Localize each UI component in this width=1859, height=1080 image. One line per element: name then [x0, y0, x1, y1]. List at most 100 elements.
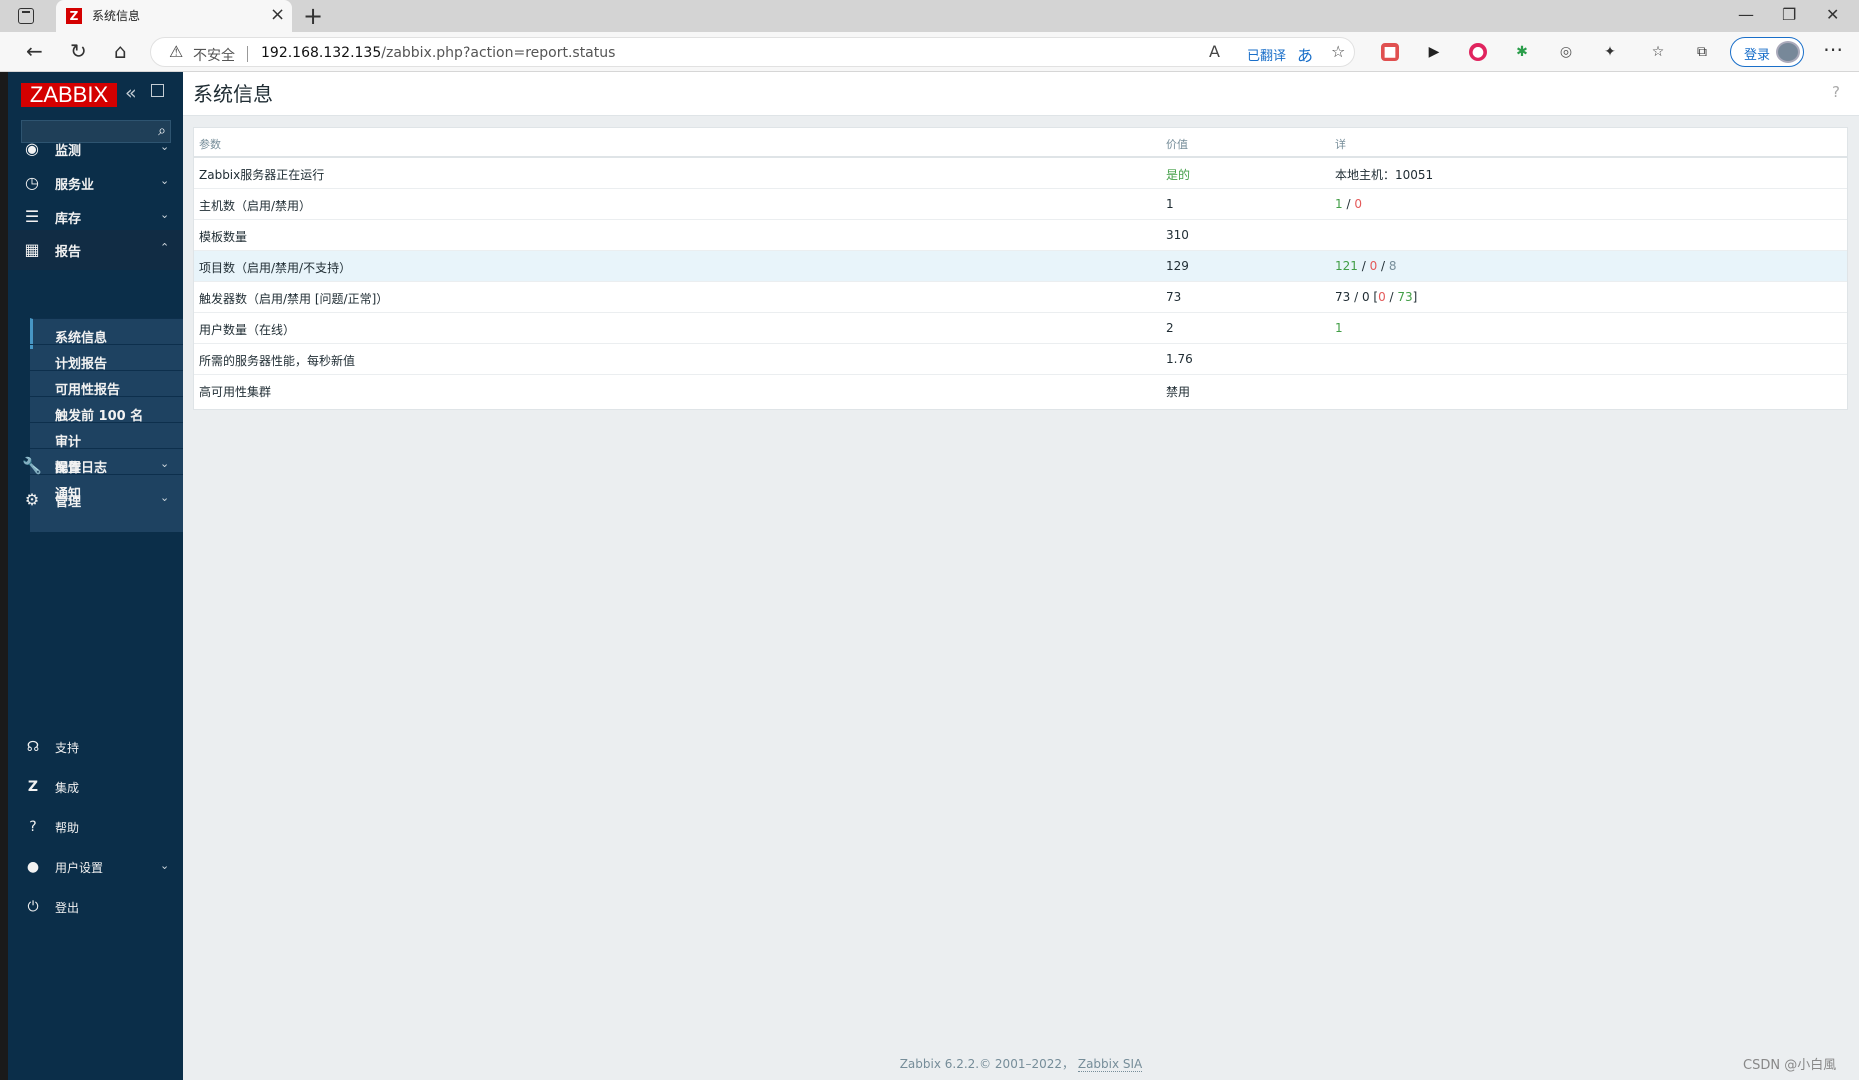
- new-tab-icon[interactable]: +: [303, 2, 323, 30]
- help-icon[interactable]: ?: [1832, 83, 1840, 101]
- browser-tab[interactable]: Z 系统信息 ×: [56, 0, 292, 32]
- zabbix-logo[interactable]: ZABBIX: [21, 83, 117, 107]
- eye-icon: ◉: [25, 139, 39, 158]
- menu-label: 管理: [55, 495, 82, 510]
- footer-label: 用户设置: [55, 861, 104, 875]
- report-icon: ▦: [24, 240, 40, 259]
- chevron-down-icon: ⌄: [160, 457, 170, 470]
- translated-label[interactable]: 已翻译: [1247, 45, 1286, 64]
- avatar: [1776, 41, 1800, 63]
- nav-bar: ← ↻ ⌂ ⚠ 不安全 192.168.132.135/zabbix.php?a…: [0, 32, 1859, 72]
- zabbix-icon: Z: [27, 779, 39, 795]
- problem-count: 0: [1378, 290, 1386, 304]
- warning-icon: ⚠: [169, 42, 184, 61]
- param-cell: 项目数（启用/禁用/不支持）: [199, 261, 352, 275]
- param-cell: Zabbix服务器正在运行: [199, 168, 325, 182]
- window-edge: [0, 72, 8, 1080]
- disabled-count: 0: [1369, 259, 1378, 273]
- clock-icon: ◷: [25, 173, 39, 192]
- gear-icon: ⚙: [24, 490, 40, 509]
- param-cell: 高可用性集群: [199, 385, 272, 399]
- close-icon[interactable]: ×: [270, 4, 285, 25]
- zabbix-favicon-icon: Z: [66, 8, 82, 24]
- menu-label: 配置: [55, 461, 82, 476]
- url-text[interactable]: 192.168.132.135/zabbix.php?action=report…: [261, 45, 615, 61]
- copyright-text: Zabbix 6.2.2.© 2001–2022，: [899, 1057, 1075, 1071]
- detail-cell: 73 / 0 [0 / 73]: [1335, 290, 1418, 304]
- tab-actions-icon[interactable]: [18, 8, 34, 24]
- page-title: 系统信息: [193, 82, 273, 106]
- extension-icon[interactable]: ●: [1469, 43, 1487, 61]
- more-icon[interactable]: ⋯: [1823, 37, 1843, 61]
- list-icon: ☰: [24, 207, 40, 226]
- kiosk-mode-icon[interactable]: [151, 84, 164, 97]
- sidebar: ZABBIX « ⌕ ◉ 监测 ⌄ ◷ 服务业 ⌄ ☰ 库存 ⌄ ▦ 报告 ⌃ …: [8, 72, 183, 1080]
- play-icon[interactable]: ▶: [1425, 43, 1443, 61]
- column-header-parameter: 参数: [199, 138, 221, 151]
- table-row: 模板数量 310: [194, 220, 1847, 251]
- extensions-puzzle-icon[interactable]: ✦: [1601, 43, 1619, 61]
- disabled-count: 0: [1354, 197, 1362, 211]
- restore-icon[interactable]: ❐: [1782, 5, 1796, 24]
- footer-integrations[interactable]: Z 集成: [8, 767, 183, 807]
- value-cell: 1.76: [1166, 352, 1193, 366]
- chevron-down-icon: ⌄: [160, 491, 170, 504]
- menu-reports[interactable]: ▦ 报告 ⌃: [8, 230, 183, 270]
- param-cell: 模板数量: [199, 230, 248, 244]
- value-cell: 129: [1166, 259, 1189, 273]
- minimize-icon[interactable]: —: [1738, 5, 1754, 24]
- trigger-counts: 73 / 0 [: [1335, 290, 1379, 304]
- browser-chrome: Z 系统信息 × + — ❐ ✕ ← ↻ ⌂ ⚠ 不安全 192.168.132…: [0, 0, 1859, 72]
- value-cell: 1: [1166, 197, 1174, 211]
- window-close-icon[interactable]: ✕: [1826, 5, 1839, 24]
- question-icon: ?: [29, 819, 37, 835]
- menu-administration[interactable]: ⚙ 管理 ⌄: [8, 480, 183, 520]
- bracket-close: ]: [1412, 290, 1418, 304]
- page-footer: Zabbix 6.2.2.© 2001–2022， Zabbix SIA: [183, 1055, 1859, 1072]
- chevron-down-icon: ⌄: [160, 174, 170, 187]
- reload-icon[interactable]: ↻: [70, 39, 87, 63]
- page-header: 系统信息 ?: [183, 72, 1859, 116]
- extension-icon[interactable]: ■: [1381, 43, 1399, 61]
- value-cell: 73: [1166, 290, 1182, 304]
- footer-user-settings[interactable]: ● 用户设置 ⌄: [8, 847, 183, 887]
- watermark: CSDN @小白風: [1743, 1058, 1837, 1073]
- chevron-down-icon: ⌄: [160, 859, 170, 872]
- url-host: 192.168.132.135: [261, 45, 382, 61]
- footer-support[interactable]: ☊ 支持: [8, 727, 183, 767]
- system-info-table: 参数 价值 详 Zabbix服务器正在运行 是的 本地主机：10051 主机数（…: [193, 127, 1848, 410]
- extension-icon[interactable]: ◎: [1557, 43, 1575, 61]
- back-icon[interactable]: ←: [26, 39, 43, 63]
- favorites-icon[interactable]: ☆: [1649, 43, 1667, 61]
- headset-icon: ☊: [26, 739, 40, 755]
- zabbix-sia-link[interactable]: Zabbix SIA: [1077, 1057, 1143, 1072]
- address-bar[interactable]: ⚠ 不安全 192.168.132.135/zabbix.php?action=…: [150, 37, 1355, 67]
- tab-bar: Z 系统信息 × + — ❐ ✕: [0, 0, 1859, 32]
- extension-icon[interactable]: ✱: [1513, 43, 1531, 61]
- user-icon: ●: [26, 859, 40, 875]
- footer-sign-out[interactable]: ⏻ 登出: [8, 887, 183, 927]
- translate-icon[interactable]: あ: [1297, 42, 1313, 66]
- menu-label: 服务业: [55, 178, 95, 193]
- collections-icon[interactable]: ⧉: [1693, 43, 1711, 61]
- collapse-sidebar-icon[interactable]: «: [125, 82, 137, 104]
- footer-help[interactable]: ? 帮助: [8, 807, 183, 847]
- chevron-down-icon: ⌄: [160, 140, 170, 153]
- footer-label: 集成: [55, 781, 80, 795]
- footer-label: 帮助: [55, 821, 80, 835]
- chevron-up-icon: ⌃: [160, 241, 170, 254]
- url-path: /zabbix.php?action=report.status: [381, 45, 616, 61]
- column-header-value: 价值: [1166, 138, 1188, 151]
- divider: [247, 46, 248, 62]
- value-cell: 2: [1166, 321, 1174, 335]
- ok-count: 73: [1397, 290, 1413, 304]
- read-aloud-icon[interactable]: A: [1209, 42, 1220, 61]
- favorite-star-icon[interactable]: ☆: [1331, 42, 1345, 61]
- detail-cell: 本地主机：10051: [1335, 168, 1434, 182]
- home-icon[interactable]: ⌂: [114, 39, 127, 63]
- chevron-down-icon: ⌄: [160, 208, 170, 221]
- detail-cell: 1 / 0: [1335, 197, 1362, 211]
- param-cell: 所需的服务器性能，每秒新值: [199, 354, 356, 368]
- login-button[interactable]: 登录: [1730, 37, 1804, 67]
- insecure-label: 不安全: [193, 48, 235, 64]
